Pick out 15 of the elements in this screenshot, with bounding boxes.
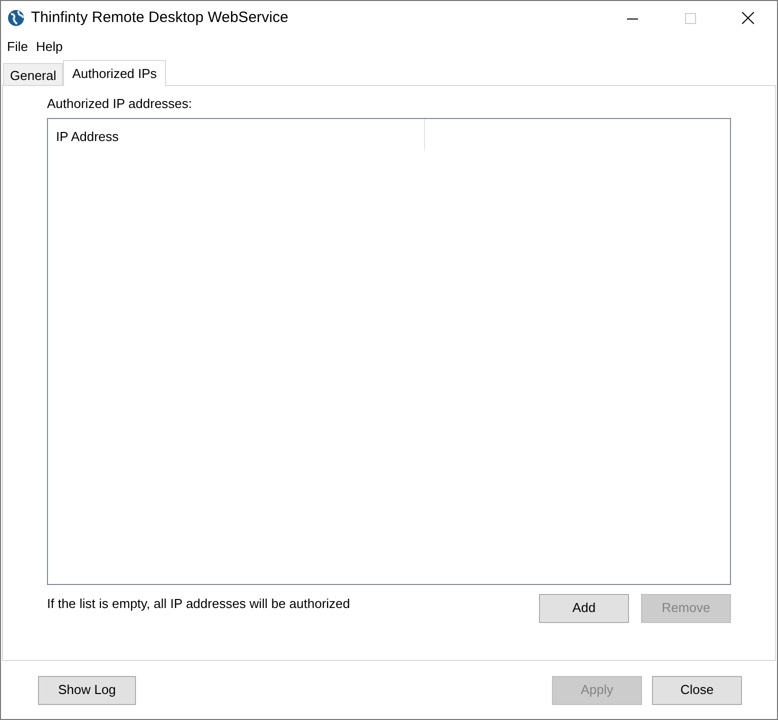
button[interactable]: Close — [652, 676, 742, 704]
close-icon — [742, 12, 754, 24]
column-header[interactable]: IP Address — [48, 118, 425, 150]
menu-item[interactable]: File — [3, 37, 32, 57]
tab[interactable]: Authorized IPs — [63, 60, 166, 86]
maximize-icon — [684, 12, 696, 24]
tab[interactable]: General — [3, 63, 64, 85]
window-title: Thinfinty Remote Desktop WebService — [31, 8, 288, 28]
ip-list[interactable]: IP Address — [47, 118, 731, 584]
menu-item[interactable]: Help — [32, 37, 67, 57]
button[interactable]: Add — [539, 594, 629, 622]
hint-text: If the list is empty, all IP addresses will be authorized — [47, 594, 350, 613]
list-label: Authorized IP addresses: — [47, 95, 194, 113]
button[interactable]: Show Log — [38, 676, 136, 704]
globe-icon — [7, 9, 25, 27]
